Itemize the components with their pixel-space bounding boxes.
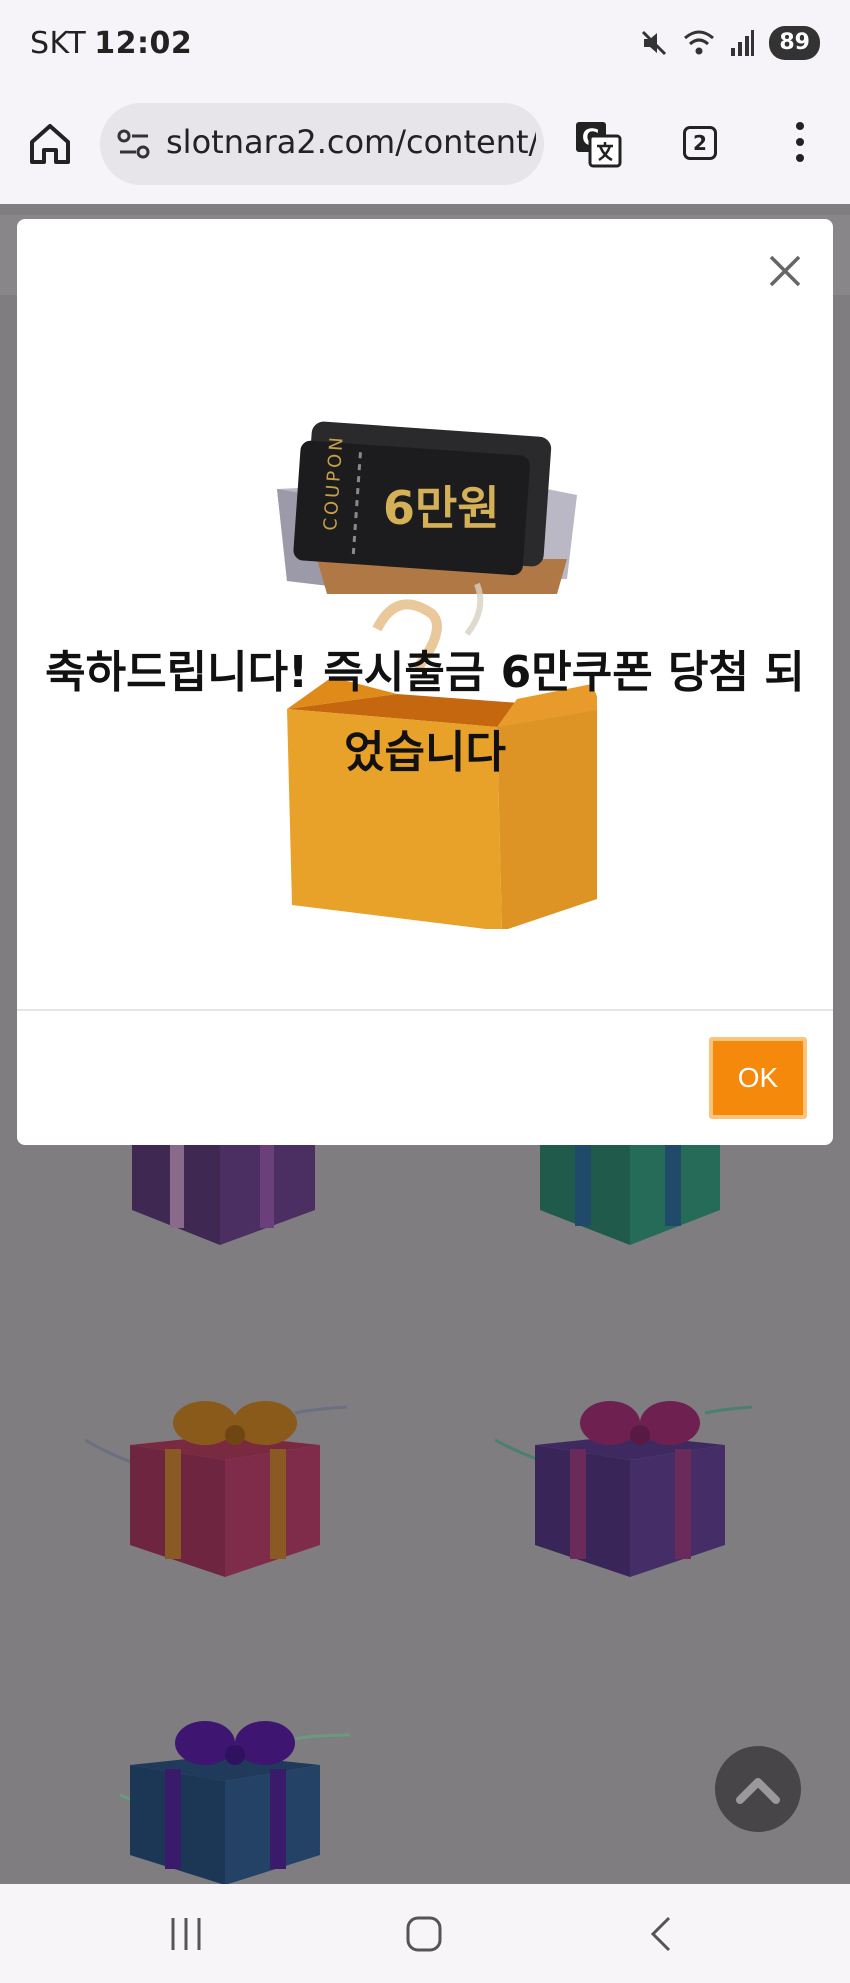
battery-indicator: 89 [769, 26, 820, 60]
home-nav-icon[interactable] [404, 1914, 444, 1954]
message-line-2: 었습니다 [344, 727, 506, 778]
modal-divider [17, 1009, 833, 1011]
site-settings-icon[interactable] [116, 127, 152, 161]
chevron-up-icon [736, 1778, 780, 1804]
status-left: SKT 12:02 [30, 26, 192, 61]
mute-icon [642, 30, 667, 56]
recent-apps-icon[interactable] [168, 1914, 204, 1954]
more-menu-icon[interactable] [790, 122, 810, 168]
carrier-label: SKT [30, 26, 87, 61]
gift-box-red[interactable] [85, 1385, 355, 1585]
scroll-top-button[interactable] [715, 1746, 801, 1832]
message-line-1: 축하드립니다! 즉시출금 6만쿠폰 당첨 되 [45, 647, 805, 698]
gift-box-blue[interactable] [110, 1715, 360, 1885]
signal-icon [731, 30, 755, 56]
translate-icon[interactable]: G [572, 118, 624, 170]
close-icon[interactable] [767, 253, 803, 289]
tabs-icon[interactable]: 2 [683, 126, 717, 160]
status-right: 89 [639, 26, 820, 60]
ok-button[interactable]: OK [709, 1037, 807, 1119]
url-text[interactable]: slotnara2.com/content/g [166, 123, 536, 161]
wifi-icon [684, 30, 715, 55]
coupon-amount: 6만원 [383, 481, 500, 535]
browser-toolbar: slotnara2.com/content/g G 2 [0, 92, 850, 204]
congratulations-message: 축하드립니다! 즉시출금 6만쿠폰 당첨 되 었습니다 [17, 633, 833, 793]
home-icon[interactable] [26, 120, 74, 168]
clock: 12:02 [94, 26, 193, 61]
status-bar: SKT 12:02 89 [0, 0, 850, 92]
address-bar[interactable]: slotnara2.com/content/g [100, 103, 544, 185]
back-icon[interactable] [645, 1914, 675, 1954]
coupon-win-modal: COUPON 6만원 축하드립니다! 즉시출금 6만쿠폰 당첨 되 었습니다 O… [17, 219, 833, 1145]
gift-box-violet[interactable] [490, 1385, 760, 1585]
system-nav-bar [0, 1884, 850, 1983]
